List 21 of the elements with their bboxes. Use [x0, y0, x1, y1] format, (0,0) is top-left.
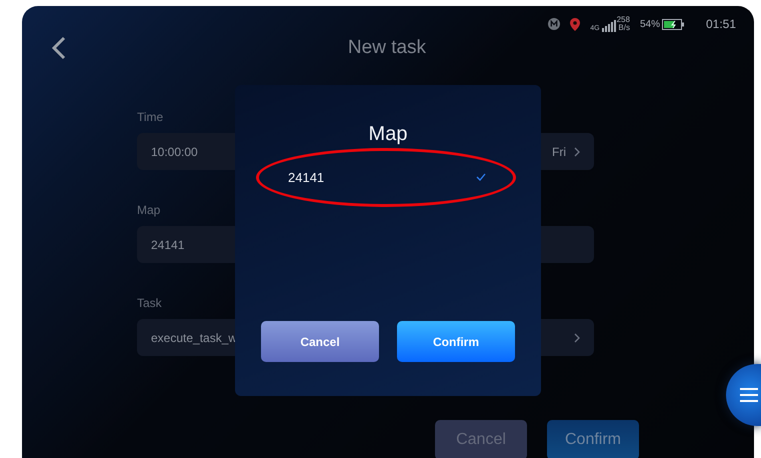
battery-icon	[662, 18, 684, 30]
field-label: Map	[137, 202, 162, 219]
confirm-button[interactable]: Confirm	[547, 420, 639, 458]
m-badge-icon	[548, 18, 560, 30]
menu-icon	[740, 387, 758, 403]
page-title: New task	[346, 37, 428, 59]
location-pin-icon	[570, 18, 580, 30]
speed-value: 258	[616, 16, 630, 24]
dialog-title: Map	[368, 122, 408, 147]
field-label: Task	[137, 295, 163, 312]
clock-time: 01:51	[706, 17, 736, 31]
chevron-icon	[574, 332, 580, 342]
speed-unit: B/s	[618, 24, 630, 32]
field-label: Time	[137, 109, 164, 126]
signal-icon	[602, 20, 616, 32]
back-icon[interactable]	[52, 36, 66, 60]
chevron-icon	[574, 146, 580, 156]
cancel-button[interactable]: Cancel	[261, 321, 379, 362]
battery-percent: 54%	[640, 18, 660, 30]
map-option[interactable]: 24141	[288, 170, 324, 184]
confirm-button[interactable]: Confirm	[397, 321, 515, 362]
